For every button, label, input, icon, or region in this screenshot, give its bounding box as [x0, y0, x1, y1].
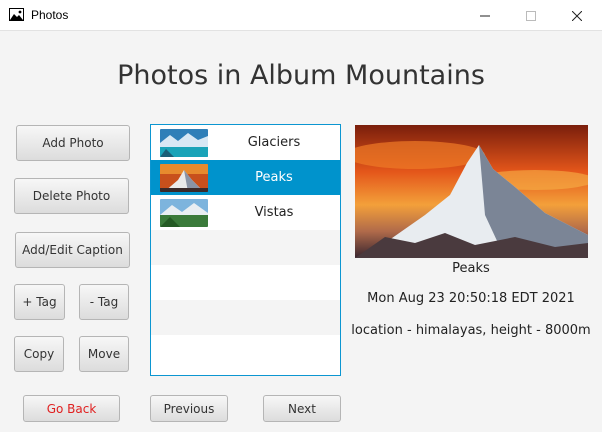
photo-list[interactable]: Glaciers Peaks Vistas [150, 124, 341, 376]
title-bar: Photos [0, 0, 602, 31]
photo-list-item-peaks[interactable]: Peaks [151, 160, 340, 195]
photo-date: Mon Aug 23 20:50:18 EDT 2021 [367, 291, 575, 306]
next-button[interactable]: Next [263, 395, 341, 422]
photo-list-item-vistas[interactable]: Vistas [151, 195, 340, 230]
add-edit-caption-button[interactable]: Add/Edit Caption [15, 232, 130, 268]
close-button[interactable] [554, 0, 600, 31]
image-icon [9, 8, 24, 21]
empty-list-row [151, 300, 340, 335]
page-title: Photos in Album Mountains [117, 60, 485, 91]
window-title: Photos [31, 8, 69, 22]
add-tag-button[interactable]: + Tag [14, 284, 65, 320]
maximize-button[interactable] [508, 0, 554, 31]
photo-caption: Glaciers [247, 135, 301, 150]
remove-tag-button[interactable]: - Tag [79, 284, 129, 320]
glaciers-thumbnail [160, 129, 208, 157]
minimize-button[interactable] [462, 0, 508, 31]
move-button[interactable]: Move [79, 336, 129, 372]
minimize-icon [480, 15, 490, 16]
photo-tags: location - himalayas, height - 8000m [351, 323, 591, 338]
close-icon [572, 10, 582, 21]
copy-button[interactable]: Copy [14, 336, 64, 372]
go-back-button[interactable]: Go Back [23, 395, 120, 422]
peaks-thumbnail [160, 164, 208, 192]
empty-list-row [151, 265, 340, 300]
previous-button[interactable]: Previous [150, 395, 228, 422]
maximize-icon [526, 10, 536, 21]
photo-preview [355, 125, 588, 258]
empty-list-row [151, 335, 340, 370]
photo-list-item-glaciers[interactable]: Glaciers [151, 125, 340, 160]
empty-list-row [151, 230, 340, 265]
photo-caption: Peaks [255, 170, 293, 185]
photo-caption-text: Peaks [452, 261, 490, 276]
add-photo-button[interactable]: Add Photo [16, 125, 130, 161]
vistas-thumbnail [160, 199, 208, 227]
delete-photo-button[interactable]: Delete Photo [14, 178, 129, 214]
photo-caption: Vistas [254, 205, 294, 220]
